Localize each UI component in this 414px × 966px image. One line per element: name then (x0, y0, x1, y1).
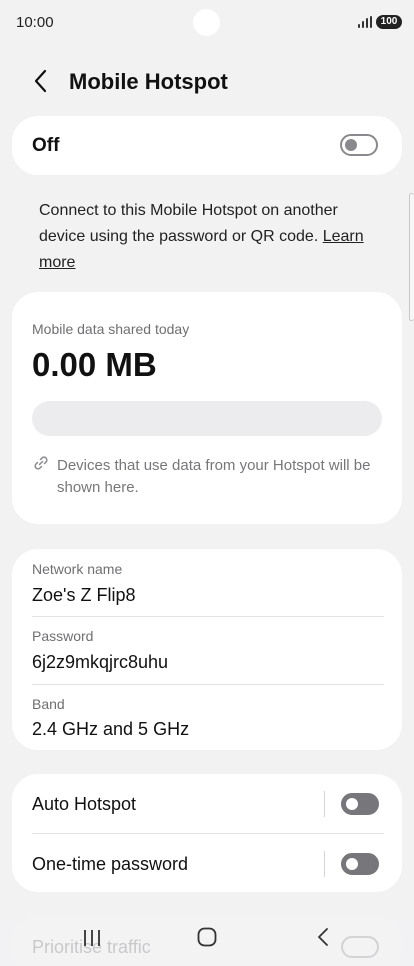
password-label: Password (32, 628, 94, 644)
network-info-card: Network name Zoe's Z Flip8 Password 6j2z… (12, 549, 402, 750)
auto-hotspot-toggle[interactable] (341, 793, 379, 815)
divider (324, 851, 325, 877)
usage-label: Mobile data shared today (32, 321, 190, 337)
hotspot-description: Connect to this Mobile Hotspot on anothe… (39, 198, 384, 276)
page-title: Mobile Hotspot (69, 69, 228, 94)
prioritise-traffic-toggle[interactable] (341, 936, 379, 958)
app-header: Mobile Hotspot (0, 56, 414, 106)
signal-icon (358, 16, 372, 28)
hotspot-options-card: Auto Hotspot One-time password (12, 774, 402, 892)
recents-icon[interactable] (81, 928, 103, 948)
auto-hotspot-label: Auto Hotspot (32, 794, 137, 814)
data-usage-card: Mobile data shared today 0.00 MB Devices… (12, 292, 402, 524)
band-label: Band (32, 696, 65, 712)
master-toggle-label: Off (32, 135, 60, 156)
divider (32, 833, 384, 834)
usage-value: 0.00 MB (32, 346, 157, 383)
description-text: Connect to this Mobile Hotspot on anothe… (39, 202, 338, 245)
link-icon (34, 456, 48, 470)
hotspot-master-toggle[interactable]: Off (12, 116, 402, 175)
master-toggle-switch[interactable] (340, 134, 378, 156)
status-bar: 10:00 100 (0, 0, 414, 44)
home-icon[interactable] (196, 926, 218, 948)
chevron-left-icon (34, 69, 47, 93)
battery-level: 100 (380, 16, 398, 27)
status-time: 10:00 (16, 14, 54, 31)
scrollbar[interactable] (409, 193, 414, 321)
camera-cutout (193, 9, 220, 36)
divider (32, 684, 384, 685)
network-name-label: Network name (32, 561, 123, 577)
one-time-password-label: One-time password (32, 854, 189, 874)
usage-progress-bar (32, 401, 382, 436)
back-icon[interactable] (313, 926, 333, 948)
divider (324, 791, 325, 817)
devices-note: Devices that use data from your Hotspot … (57, 457, 371, 496)
network-name-value: Zoe's Z Flip8 (32, 585, 136, 605)
one-time-password-toggle[interactable] (341, 853, 379, 875)
battery-icon: 100 (376, 15, 402, 29)
password-value: 6j2z9mkqjrc8uhu (32, 652, 169, 672)
back-button[interactable] (26, 66, 56, 96)
band-value: 2.4 GHz and 5 GHz (32, 719, 190, 739)
divider (32, 616, 384, 617)
